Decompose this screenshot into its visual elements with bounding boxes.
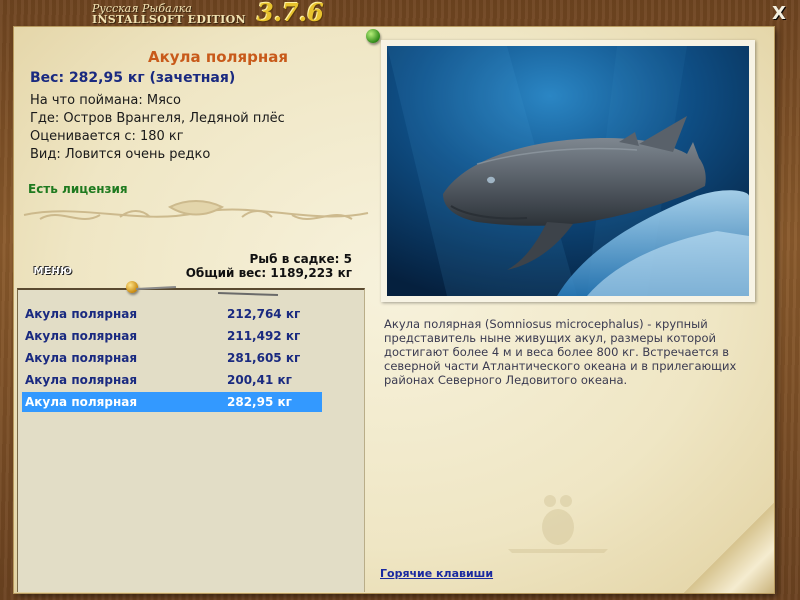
parchment-panel: Акула полярная Вес: 282,95 кг (зачетная)… — [14, 27, 774, 593]
list-item-name: Акула полярная — [25, 329, 138, 343]
pin-icon — [366, 29, 380, 43]
logo-edition: INSTALLSOFT EDITION — [92, 13, 246, 26]
page-curl — [684, 503, 774, 593]
fish-weight: Вес: 282,95 кг (зачетная) — [30, 70, 236, 86]
list-item[interactable]: Акула полярная 281,605 кг — [22, 348, 322, 368]
keepnet-total-weight: Общий вес: 1189,223 кг — [185, 266, 352, 280]
app-logo: Русская Рыбалка INSTALLSOFT EDITION 3.7.… — [92, 0, 332, 28]
list-item-name: Акула полярная — [25, 373, 138, 387]
list-item-name: Акула полярная — [25, 307, 138, 321]
list-item-name: Акула полярная — [25, 351, 138, 365]
fish-description: Акула полярная (Somniosus microcephalus)… — [384, 317, 737, 387]
list-item[interactable]: Акула полярная 212,764 кг — [22, 304, 322, 324]
logo-version: 3.7.6 — [257, 0, 324, 27]
location-info: Где: Остров Врангеля, Ледяной плёс — [30, 111, 285, 126]
keepnet-count: Рыб в садке: 5 — [249, 252, 353, 266]
list-item[interactable]: Акула полярная 211,492 кг — [22, 326, 322, 346]
fish-watermark-icon — [508, 495, 608, 553]
list-item-weight: 282,95 кг — [227, 395, 292, 409]
decorative-ornament-icon — [23, 200, 369, 220]
hotkeys-link[interactable]: Горячие клавиши — [380, 567, 493, 580]
fish-name: Акула полярная — [147, 48, 289, 66]
list-item-weight: 281,605 кг — [227, 351, 301, 365]
list-item-selected[interactable]: Акула полярная 282,95 кг — [22, 392, 322, 412]
bait-info: На что поймана: Мясо — [30, 93, 182, 108]
shark-photo — [387, 46, 749, 296]
fish-photo-frame — [381, 40, 755, 302]
list-item-weight: 211,492 кг — [227, 329, 301, 343]
list-item[interactable]: Акула полярная 200,41 кг — [22, 370, 322, 390]
list-item-name: Акула полярная — [25, 395, 138, 409]
license-status: Есть лицензия — [28, 182, 128, 196]
rarity-info: Вид: Ловится очень редко — [30, 147, 211, 162]
close-button[interactable]: X — [768, 3, 790, 25]
list-item-weight: 212,764 кг — [227, 307, 301, 321]
keepnet-list[interactable]: Акула полярная 212,764 кг Акула полярная… — [17, 288, 365, 592]
valued-info: Оценивается с: 180 кг — [30, 129, 184, 144]
menu-button[interactable]: МЕНЮ — [32, 265, 74, 279]
list-item-weight: 200,41 кг — [227, 373, 292, 387]
